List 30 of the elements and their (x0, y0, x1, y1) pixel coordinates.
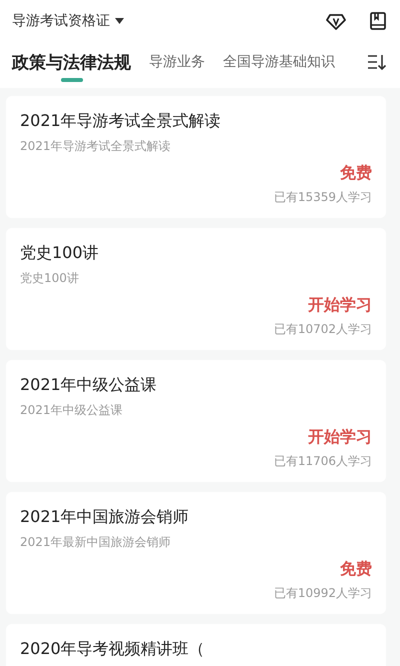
learner-count: 已有10702人学习 (274, 321, 372, 338)
learner-count: 已有10992人学习 (274, 585, 372, 602)
course-subtitle: 2021年导游考试全景式解读 (20, 138, 172, 154)
course-price[interactable]: 免费 (340, 558, 372, 580)
category-tab[interactable]: 导游业务 (149, 42, 205, 82)
course-card[interactable]: 党史100讲 党史100讲 开始学习 已有10702人学习 (6, 228, 386, 350)
course-subtitle: 党史100讲 (20, 270, 80, 286)
vip-diamond-icon[interactable] (326, 11, 346, 31)
category-dropdown[interactable]: 导游考试资格证 (12, 12, 124, 30)
course-price[interactable]: 开始学习 (308, 426, 372, 448)
course-card[interactable]: 2020年导考视频精讲班（ (6, 624, 386, 666)
course-title: 2020年导考视频精讲班（ (20, 638, 206, 660)
caret-icon (115, 18, 124, 24)
course-card[interactable]: 2021年导游考试全景式解读 2021年导游考试全景式解读 免费 已有15359人学习 (6, 96, 386, 218)
course-title: 2021年中级公益课 (20, 374, 158, 396)
learner-count: 已有11706人学习 (274, 453, 372, 470)
learner-count: 已有15359人学习 (274, 189, 372, 206)
book-icon[interactable] (368, 11, 388, 31)
course-title: 党史100讲 (20, 242, 100, 264)
course-title: 2021年导游考试全景式解读 (20, 110, 222, 132)
course-card[interactable]: 2021年中国旅游会销师 2021年最新中国旅游会销师 免费 已有10992人学习 (6, 492, 386, 614)
course-subtitle: 2021年最新中国旅游会销师 (20, 534, 172, 550)
course-price[interactable]: 开始学习 (308, 294, 372, 316)
course-card[interactable]: 2021年中级公益课 2021年中级公益课 开始学习 已有11706人学习 (6, 360, 386, 482)
course-price[interactable]: 免费 (340, 162, 372, 184)
category-tab[interactable]: 全国导游基础知识 (223, 42, 335, 82)
sort-icon[interactable] (366, 52, 388, 72)
course-title: 2021年中国旅游会销师 (20, 506, 190, 528)
course-subtitle: 2021年中级公益课 (20, 402, 124, 418)
category-tab[interactable]: 政策与法律法规 (12, 42, 131, 82)
